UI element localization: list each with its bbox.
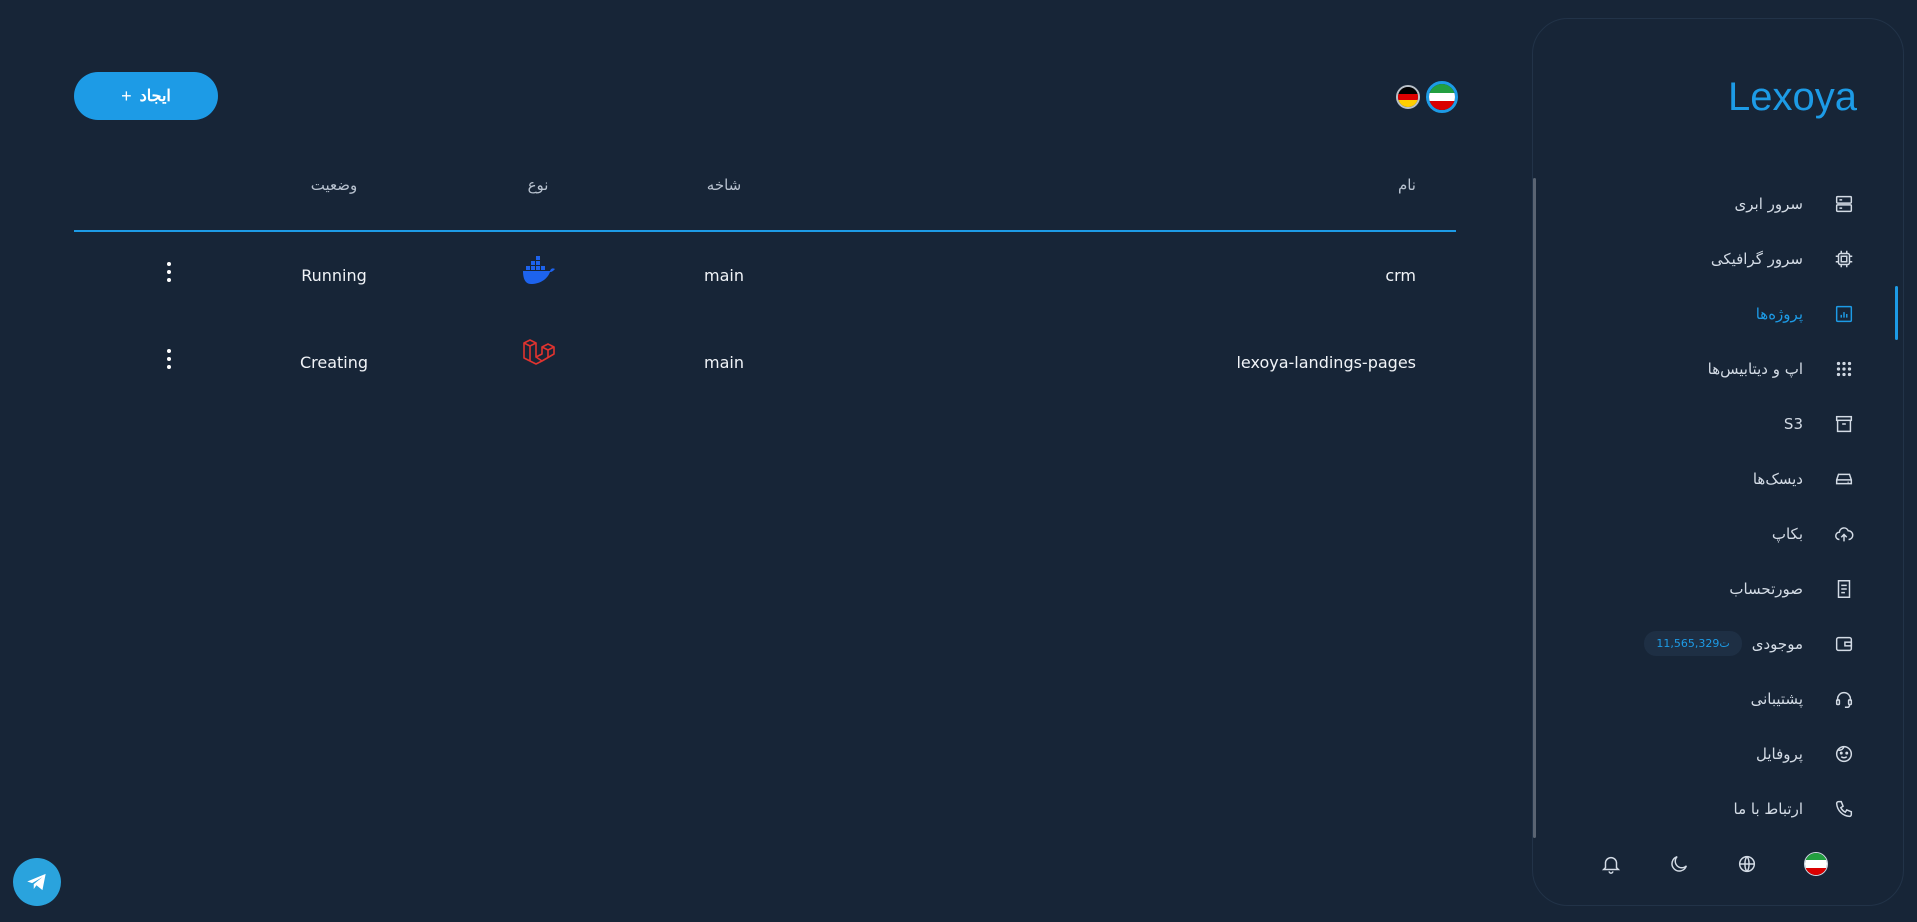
globe-icon[interactable] [1736, 853, 1758, 875]
projects-table: نام شاخه نوع وضعیت crm main Running lexo… [74, 160, 1456, 406]
active-indicator [1895, 286, 1898, 340]
sidebar-item-profile[interactable]: پروفایل [1555, 726, 1855, 781]
project-name[interactable]: crm [1385, 266, 1416, 285]
create-button[interactable]: + ایجاد [74, 72, 218, 120]
project-branch: main [704, 266, 744, 285]
disk-icon [1835, 473, 1853, 484]
sidebar-scrollbar[interactable] [1533, 178, 1536, 838]
archive-icon [1835, 415, 1853, 432]
sidebar-nav: سرور ابری سرور گرافیکی پروژه‌ها اپ و دیت… [1555, 176, 1855, 836]
balance-badge: 11,565,329ت [1644, 631, 1742, 656]
sidebar-item-label: سرور گرافیکی [1710, 249, 1803, 268]
sidebar-item-apps-databases[interactable]: اپ و دیتابیس‌ها [1555, 341, 1855, 396]
column-branch: شاخه [706, 176, 742, 194]
telegram-icon [27, 873, 46, 891]
sidebar-item-gpu-server[interactable]: سرور گرافیکی [1555, 231, 1855, 286]
project-name[interactable]: lexoya-landings-pages [1236, 353, 1416, 372]
column-status: وضعیت [310, 176, 358, 194]
bell-icon[interactable] [1600, 853, 1622, 875]
sidebar-item-label: پروفایل [1756, 744, 1803, 763]
face-icon [1835, 745, 1853, 762]
sidebar-item-label: اپ و دیتابیس‌ها [1707, 359, 1803, 378]
sidebar-item-balance[interactable]: 11,565,329ت موجودی [1555, 616, 1855, 671]
receipt-icon [1837, 579, 1851, 598]
sidebar-item-label: S3 [1783, 414, 1803, 433]
language-flag-icon[interactable] [1804, 852, 1828, 876]
sidebar-item-label: پشتیبانی [1750, 689, 1803, 708]
project-status: Creating [299, 353, 369, 372]
german-flag-icon[interactable] [1396, 85, 1420, 109]
sidebar-footer [1600, 852, 1828, 876]
table-row[interactable]: crm main Running [74, 232, 1456, 319]
iran-flag-icon[interactable] [1426, 81, 1458, 113]
sidebar-item-label: سرور ابری [1734, 194, 1803, 213]
moon-icon[interactable] [1668, 853, 1690, 875]
sidebar-item-label: بکاپ [1771, 524, 1803, 543]
sidebar-item-label: پروژه‌ها [1755, 304, 1803, 323]
sidebar-item-label: دیسک‌ها [1752, 469, 1803, 488]
language-flags [1396, 81, 1458, 113]
phone-icon [1835, 800, 1853, 817]
project-branch: main [704, 353, 744, 372]
sidebar-item-disks[interactable]: دیسک‌ها [1555, 451, 1855, 506]
headset-icon [1835, 691, 1853, 708]
laravel-icon [523, 339, 555, 365]
row-menu-icon[interactable] [166, 262, 172, 282]
sidebar-item-projects[interactable]: پروژه‌ها [1555, 286, 1855, 341]
sidebar-item-cloud-server[interactable]: سرور ابری [1555, 176, 1855, 231]
grid-icon [1836, 361, 1852, 376]
table-header: نام شاخه نوع وضعیت [74, 160, 1456, 232]
column-type: نوع [527, 176, 549, 194]
server-icon [1835, 195, 1853, 212]
column-name: نام [1397, 176, 1416, 194]
table-row[interactable]: lexoya-landings-pages main Creating [74, 319, 1456, 406]
plus-icon: + [121, 85, 132, 106]
cloud-upload-icon [1835, 526, 1854, 541]
sidebar-item-backup[interactable]: بکاپ [1555, 506, 1855, 561]
sidebar-item-s3[interactable]: S3 [1555, 396, 1855, 451]
sidebar-item-support[interactable]: پشتیبانی [1555, 671, 1855, 726]
docker-icon [523, 256, 555, 284]
project-status: Running [301, 266, 367, 285]
wallet-icon [1835, 636, 1853, 651]
sidebar-item-label: ارتباط با ما [1733, 799, 1803, 818]
logo[interactable]: Lexoya [1728, 75, 1857, 120]
chart-icon [1835, 305, 1853, 322]
sidebar-item-invoices[interactable]: صورتحساب [1555, 561, 1855, 616]
sidebar-item-label: موجودی [1751, 634, 1803, 653]
sidebar-item-contact[interactable]: ارتباط با ما [1555, 781, 1855, 836]
create-button-label: ایجاد [139, 88, 171, 105]
row-menu-icon[interactable] [166, 349, 172, 369]
chip-icon [1835, 250, 1853, 267]
telegram-button[interactable] [13, 858, 61, 906]
sidebar-item-label: صورتحساب [1729, 579, 1803, 598]
